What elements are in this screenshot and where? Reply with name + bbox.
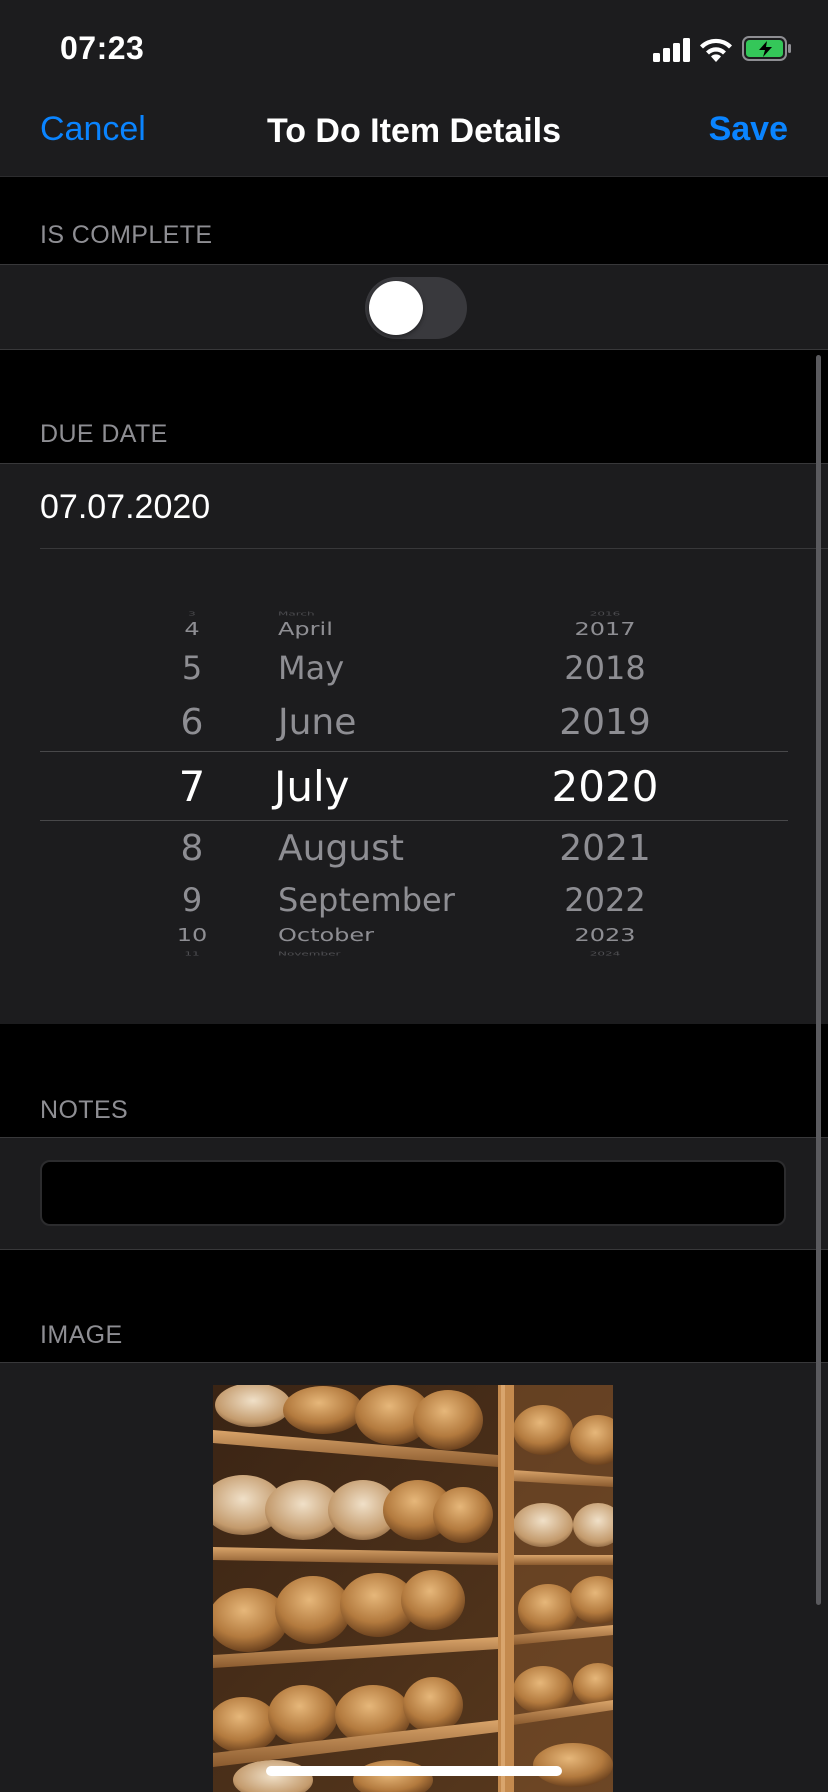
picker-month-item[interactable]: April: [278, 619, 333, 640]
picker-month-item[interactable]: October: [278, 925, 374, 946]
wifi-icon: [700, 38, 732, 62]
is-complete-header: IS COMPLETE: [40, 221, 213, 249]
bakery-photo[interactable]: [213, 1385, 613, 1792]
picker-day-item[interactable]: 8: [142, 828, 242, 869]
battery-charging-icon: [742, 36, 791, 61]
picker-day-selected[interactable]: 7: [142, 762, 242, 811]
picker-month-item[interactable]: June: [278, 702, 356, 743]
is-complete-toggle[interactable]: [365, 277, 467, 339]
picker-day-item[interactable]: 10: [142, 925, 242, 946]
picker-month-item[interactable]: September: [278, 881, 455, 919]
picker-day-item[interactable]: 9: [142, 881, 242, 919]
picker-selection-bottom-line: [40, 820, 788, 821]
due-date-header: DUE DATE: [40, 420, 168, 448]
picker-selection-top-line: [40, 751, 788, 752]
picker-day-item[interactable]: 6: [142, 702, 242, 743]
picker-year-item[interactable]: 2018: [540, 649, 670, 687]
home-indicator[interactable]: [266, 1766, 562, 1776]
status-time: 07:23: [60, 30, 145, 66]
picker-year-item[interactable]: 2017: [540, 619, 670, 640]
picker-year-selected[interactable]: 2020: [540, 762, 670, 811]
picker-day-item[interactable]: 5: [142, 649, 242, 687]
due-date-value[interactable]: 07.07.2020: [40, 488, 210, 527]
cellular-signal-icon: [653, 38, 691, 62]
toggle-knob: [369, 281, 423, 335]
picker-month-item[interactable]: May: [278, 649, 344, 687]
picker-day-item[interactable]: 4: [142, 619, 242, 640]
picker-year-item[interactable]: 2022: [540, 881, 670, 919]
notes-text-field[interactable]: [40, 1160, 786, 1226]
date-picker-wheel[interactable]: 3 4 5 6 7 8 9 10 11 March April May June…: [0, 549, 828, 1024]
picker-year-item[interactable]: 2023: [540, 925, 670, 946]
notes-header: NOTES: [40, 1096, 129, 1124]
page-title: To Do Item Details: [266, 112, 562, 150]
picker-year-item[interactable]: 2019: [540, 702, 670, 743]
picker-month-item[interactable]: August: [278, 828, 404, 869]
image-header: IMAGE: [40, 1321, 123, 1349]
picker-month-selected[interactable]: July: [274, 762, 350, 811]
picker-year-item[interactable]: 2021: [540, 828, 670, 869]
scroll-indicator[interactable]: [816, 355, 821, 1605]
save-button[interactable]: Save: [709, 110, 788, 149]
